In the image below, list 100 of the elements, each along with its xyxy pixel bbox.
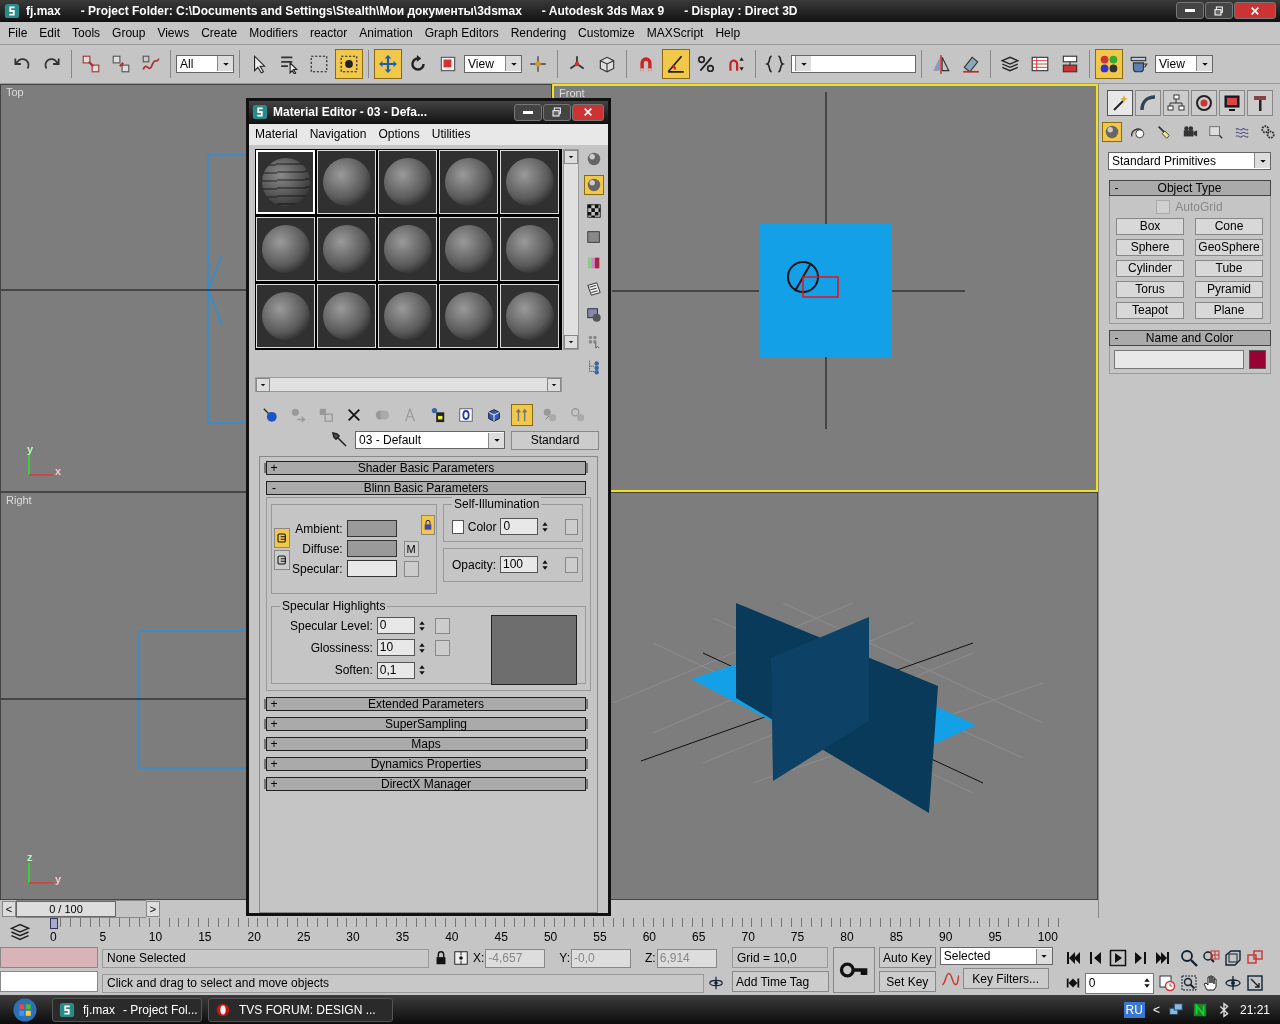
frame-field[interactable]: 0 [1084, 972, 1154, 994]
taskbar-item[interactable]: fj.max - Project Fol... [52, 997, 202, 1022]
coordinate-label: Z: [645, 951, 656, 966]
primitive-button[interactable]: Tube [1195, 259, 1263, 277]
field-label: Soften: [334, 663, 373, 678]
menu-item[interactable]: Material [249, 125, 304, 144]
checkbox-label: AutoGrid [1175, 199, 1223, 214]
menu-item[interactable]: reactor [303, 23, 354, 42]
key-filters-button[interactable]: Key Filters... [962, 968, 1049, 990]
menu-item[interactable]: Utilities [425, 125, 477, 144]
window-title: - Autodesk 3ds Max 9 [541, 3, 665, 18]
material-name-dropdown[interactable]: 03 - Default [355, 431, 505, 450]
menu-item[interactable]: Options [372, 125, 426, 144]
primitive-button[interactable]: Sphere [1116, 238, 1184, 256]
coordinate-label: X: [473, 951, 485, 966]
dropdown[interactable]: View [464, 54, 522, 73]
window-title: - Project Folder: C:\Documents and Settings\Stealth\Мои документы\3dsmax [80, 3, 522, 18]
rollout-header[interactable]: - Object Type [1108, 179, 1271, 196]
add-time-tag-button[interactable]: Add Time Tag [732, 971, 829, 993]
primitive-button[interactable]: Cylinder [1116, 259, 1184, 277]
menu-item[interactable]: Group [106, 23, 152, 42]
dropdown[interactable]: All [176, 54, 234, 73]
spinner-field[interactable]: 10 [376, 639, 415, 657]
rollout-header[interactable]: + DirectX Manager [266, 776, 586, 791]
primitive-button[interactable]: GeoSphere [1195, 238, 1263, 256]
material-type-button[interactable]: Standard [511, 430, 599, 450]
primitive-button[interactable]: Plane [1195, 301, 1263, 319]
primitive-button[interactable]: Pyramid [1195, 280, 1263, 298]
menu-item[interactable]: Tools [66, 23, 107, 42]
coordinate-label: Y: [559, 951, 571, 966]
category-dropdown[interactable]: Standard Primitives [1108, 151, 1271, 170]
menu-item[interactable]: MAXScript [640, 23, 710, 42]
rollout-header[interactable]: + SuperSampling [266, 716, 586, 731]
auto-key-button[interactable]: Auto Key [879, 947, 936, 969]
set-key-button[interactable]: Set Key [879, 971, 936, 993]
frame-number: 50 [543, 930, 559, 945]
menu-item[interactable]: Modifiers [243, 23, 304, 42]
menu-item[interactable]: Create [195, 23, 244, 42]
primitive-button[interactable]: Teapot [1116, 301, 1184, 319]
frame-number: 65 [692, 930, 707, 945]
menu-item[interactable]: Animation [353, 23, 419, 42]
frame-number: 30 [346, 930, 361, 945]
menu-item[interactable]: Graph Editors [418, 23, 505, 42]
language-indicator[interactable]: RU [1123, 1001, 1145, 1018]
color-label: Ambient: [295, 521, 343, 536]
spinner-field[interactable]: 0 [376, 617, 415, 635]
frame-number: 80 [840, 930, 855, 945]
axis-label: y [27, 442, 34, 455]
frame-number: 60 [642, 930, 658, 945]
frame-number: 70 [741, 930, 756, 945]
window-title: Material Editor - 03 - Defa... [273, 105, 428, 120]
frame-number: 35 [395, 930, 411, 945]
frame-number: 45 [494, 930, 509, 945]
map-button[interactable]: M [403, 540, 419, 557]
menu-item[interactable]: Navigation [303, 125, 373, 144]
grid-status: Grid = 10,0 [732, 947, 828, 969]
taskbar-item[interactable]: TVS FORUM: DESIGN ... [208, 997, 393, 1022]
spinner-field[interactable]: 0,1 [376, 661, 415, 679]
primitive-button[interactable]: Torus [1116, 280, 1184, 298]
menu-item[interactable]: Edit [33, 23, 67, 42]
field-label: Specular Level: [290, 618, 373, 633]
rollout-header[interactable]: - Name and Color [1108, 329, 1271, 346]
frame-number: 15 [198, 930, 213, 945]
frame-number: 75 [790, 930, 806, 945]
tray-expand-button[interactable]: < [1152, 1002, 1160, 1017]
key-mode-dropdown[interactable]: Selected [939, 947, 1053, 966]
rollout-header[interactable]: - Blinn Basic Parameters [266, 480, 586, 495]
frame-number: 55 [593, 930, 608, 945]
rollout-header[interactable]: + Dynamics Properties [266, 756, 586, 771]
clock: 21:21 [1239, 1002, 1270, 1017]
primitive-button[interactable]: Cone [1195, 217, 1263, 235]
window-title: fj.max [26, 3, 61, 18]
frame-number: 5 [99, 930, 108, 945]
rollout-header[interactable]: + Extended Parameters [266, 696, 586, 711]
primitive-button[interactable]: Box [1116, 217, 1184, 235]
frame-number: 90 [939, 930, 954, 945]
time-slider-thumb[interactable]: 0 / 100 [16, 900, 116, 917]
menu-item[interactable]: Views [151, 23, 196, 42]
next-frame-button[interactable]: > [146, 900, 160, 917]
selection-status: None Selected [102, 948, 429, 968]
frame-number: 85 [889, 930, 904, 945]
group-title: Self-Illumination [452, 496, 542, 511]
spinner-field[interactable]: 0 [500, 518, 539, 536]
dropdown[interactable]: View [1155, 54, 1213, 73]
color-label: Specular: [292, 561, 343, 576]
menu-item[interactable]: File [2, 23, 34, 42]
frame-number: 100 [1037, 930, 1059, 945]
frame-number: 0 [50, 930, 58, 945]
frame-number: 40 [445, 930, 460, 945]
menu-item[interactable]: Help [709, 23, 747, 42]
previous-frame-button[interactable]: < [2, 900, 16, 917]
menu-item[interactable]: Customize [572, 23, 641, 42]
group-title: Specular Highlights [280, 598, 388, 613]
rollout-header[interactable]: + Shader Basic Parameters [266, 460, 586, 475]
menu-item[interactable]: Rendering [504, 23, 573, 42]
frame-number: 95 [988, 930, 1003, 945]
opacity-label: Opacity: [452, 557, 496, 572]
spinner-field[interactable]: 100 [500, 556, 538, 574]
checkbox-label: Color [467, 519, 497, 534]
rollout-header[interactable]: + Maps [266, 736, 586, 751]
